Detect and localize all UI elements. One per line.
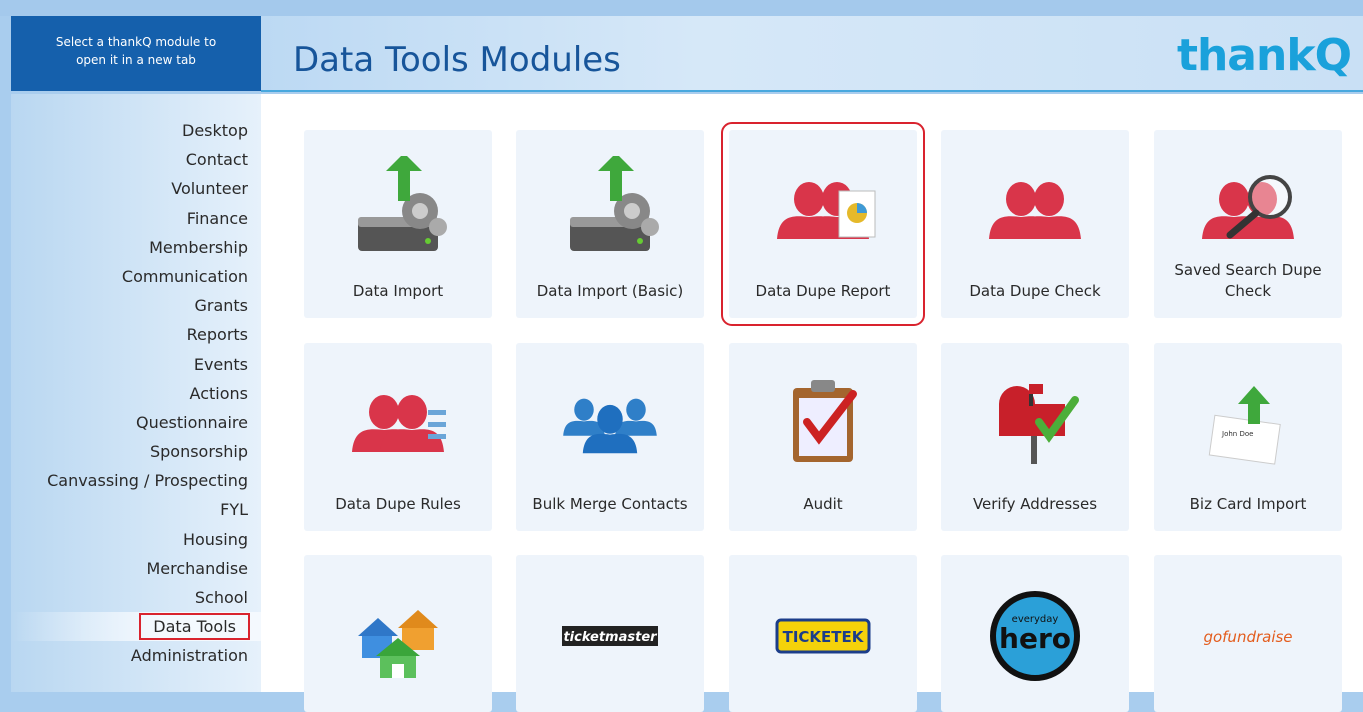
sidebar-item-label: Reports [186, 325, 248, 345]
logo-text: gofundraise [1203, 628, 1292, 646]
logo-text: hero [999, 622, 1071, 655]
sidebar-item-communication[interactable]: Communication [11, 262, 261, 291]
tile-label: Verify Addresses [972, 495, 1098, 513]
sidebar-item-desktop[interactable]: Desktop [11, 116, 261, 145]
sidebar-item-administration[interactable]: Administration [11, 641, 261, 670]
sidebar-item-label: Administration [130, 646, 248, 666]
top-background [0, 0, 1363, 16]
sidebar-item-data-tools[interactable]: Data Tools [11, 612, 261, 642]
logo-text: TICKETEK [783, 628, 865, 646]
tile-label: Data Dupe Check [969, 282, 1101, 300]
ticketmaster-logo: ticketmaster [516, 581, 704, 691]
sidebar-item-finance[interactable]: Finance [11, 204, 261, 233]
clipboard-check-icon [729, 369, 917, 479]
module-nav: Desktop Contact Volunteer Finance Membership… [11, 116, 261, 671]
tile-data-import[interactable]: Data Import [304, 130, 492, 318]
sidebar-item-label: Events [193, 354, 248, 374]
tile-label: Bulk Merge Contacts [532, 495, 688, 513]
sidebar-item-fyl[interactable]: FYL [11, 495, 261, 524]
people-group-icon [516, 369, 704, 479]
tile-data-dupe-rules[interactable]: Data Dupe Rules [304, 343, 492, 531]
people-search-icon [1154, 156, 1342, 266]
sidebar-item-label: Volunteer [171, 179, 248, 199]
server-upload-icon [516, 156, 704, 266]
server-upload-icon [304, 156, 492, 266]
sidebar-item-label: Data Tools [139, 613, 250, 641]
tile-label: Data Dupe Report [755, 282, 891, 300]
sidebar-item-label: Canvassing / Prospecting [47, 471, 248, 491]
sidebar-item-label: Merchandise [146, 558, 248, 578]
page-title: Data Tools Modules [293, 40, 621, 80]
sidebar-item-label: Contact [185, 150, 248, 170]
sidebar-item-volunteer[interactable]: Volunteer [11, 174, 261, 203]
sidebar-item-canvassing-prospecting[interactable]: Canvassing / Prospecting [11, 466, 261, 495]
sidebar-item-label: FYL [220, 500, 248, 520]
tile-label: Biz Card Import [1189, 495, 1307, 513]
sidebar-item-events[interactable]: Events [11, 350, 261, 379]
tile-grid: Data Import Data Import (Basic) Data Dup… [261, 94, 1363, 712]
sidebar-item-label: Questionnaire [135, 412, 248, 432]
tile-label: Data Import (Basic) [536, 282, 684, 300]
sidebar-item-questionnaire[interactable]: Questionnaire [11, 408, 261, 437]
sidebar-item-label: School [194, 588, 248, 607]
sidebar-item-label: Membership [149, 237, 248, 257]
sidebar-item-reports[interactable]: Reports [11, 320, 261, 349]
sidebar-item-label: Housing [182, 529, 248, 549]
tile-verify-addresses[interactable]: Verify Addresses [941, 343, 1129, 531]
logo-text-top: everyday [1012, 614, 1059, 625]
sidebar-item-grants[interactable]: Grants [11, 291, 261, 320]
tile-everyday-hero[interactable]: hero everyday [941, 555, 1129, 712]
logo-text: ticketmaster [563, 630, 658, 645]
tile-saved-search-dupe-check[interactable]: Saved Search Dupe Check [1154, 130, 1342, 318]
sidebar: Desktop Contact Volunteer Finance Membership… [11, 94, 261, 692]
sidebar-item-label: Communication [121, 266, 248, 286]
tile-houses[interactable] [304, 555, 492, 712]
sidebar-item-actions[interactable]: Actions [11, 379, 261, 408]
tile-label: Data Import [352, 282, 444, 300]
module-hint-text: Select a thankQ module to open it in a n… [55, 35, 217, 67]
tile-ticketek[interactable]: TICKETEK [729, 555, 917, 712]
gofundraise-logo: gofundraise [1154, 581, 1342, 691]
sidebar-item-merchandise[interactable]: Merchandise [11, 554, 261, 583]
tile-label: Audit [803, 495, 843, 513]
sidebar-item-label: Grants [194, 296, 248, 316]
business-card-icon: John Doe [1154, 369, 1342, 479]
tile-label: Data Dupe Rules [335, 495, 461, 513]
tile-ticketmaster[interactable]: ticketmaster [516, 555, 704, 712]
thankq-logo: thankQ [1176, 30, 1352, 81]
sidebar-item-school[interactable]: School [11, 583, 261, 612]
tile-bulk-merge-contacts[interactable]: Bulk Merge Contacts [516, 343, 704, 531]
sidebar-item-membership[interactable]: Membership [11, 233, 261, 262]
sidebar-item-contact[interactable]: Contact [11, 145, 261, 174]
people-rules-icon [304, 369, 492, 479]
sidebar-item-label: Finance [186, 208, 248, 228]
module-hint: Select a thankQ module to open it in a n… [11, 16, 261, 91]
mailbox-check-icon [941, 369, 1129, 479]
everyday-hero-logo: hero everyday [941, 581, 1129, 691]
tile-audit[interactable]: Audit [729, 343, 917, 531]
page-header: Data Tools Modules thankQ [261, 16, 1363, 92]
tile-data-import-basic[interactable]: Data Import (Basic) [516, 130, 704, 318]
tile-data-dupe-check[interactable]: Data Dupe Check [941, 130, 1129, 318]
sidebar-item-label: Desktop [182, 121, 248, 140]
tile-data-dupe-report[interactable]: Data Dupe Report [721, 122, 925, 326]
sidebar-item-housing[interactable]: Housing [11, 525, 261, 554]
sidebar-item-sponsorship[interactable]: Sponsorship [11, 437, 261, 466]
sidebar-item-label: Sponsorship [149, 442, 248, 462]
sidebar-item-label: Actions [189, 383, 248, 403]
tile-gofundraise[interactable]: gofundraise [1154, 555, 1342, 712]
tile-biz-card-import[interactable]: John Doe Biz Card Import [1154, 343, 1342, 531]
houses-icon [304, 581, 492, 691]
people-report-icon [729, 156, 917, 266]
svg-text:John Doe: John Doe [1221, 430, 1253, 438]
ticketek-logo: TICKETEK [729, 581, 917, 691]
people-icon [941, 156, 1129, 266]
tile-label: Saved Search Dupe Check [1174, 261, 1322, 300]
